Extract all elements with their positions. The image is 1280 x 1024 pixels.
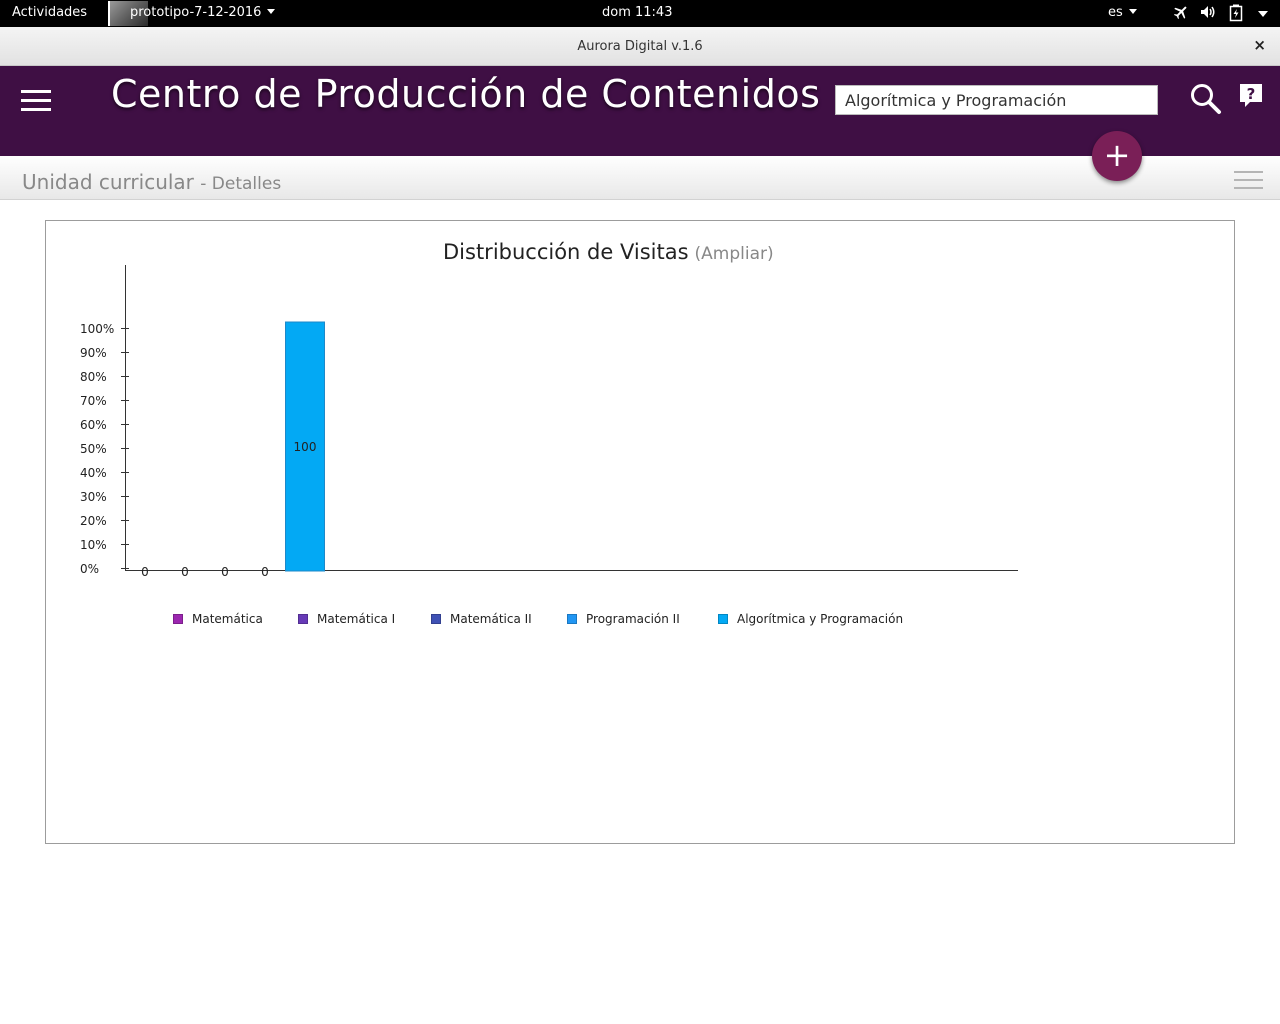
- bar-data-label: 100: [294, 440, 317, 454]
- plus-icon: +: [1103, 136, 1131, 174]
- y-tick-label: 80%: [80, 370, 107, 384]
- legend-label: Programación II: [586, 612, 680, 626]
- legend-swatch: [567, 614, 577, 624]
- y-tick-label: 90%: [80, 346, 107, 360]
- bar-chart: 0% 10% 20% 30% 40% 50% 60% 70% 80% 90% 100% 0 0 0 0 10…: [80, 265, 1018, 579]
- legend-label: Matemática II: [450, 612, 532, 626]
- legend-item[interactable]: Algorítmica y Programación: [718, 612, 903, 626]
- bar-data-label: 0: [141, 565, 149, 579]
- bar-data-label: 0: [181, 565, 189, 579]
- legend-swatch: [298, 614, 308, 624]
- y-tick-label: 70%: [80, 394, 107, 408]
- y-tick-label: 30%: [80, 490, 107, 504]
- legend-item[interactable]: Matemática I: [298, 612, 395, 626]
- legend-swatch: [718, 614, 728, 624]
- y-tick-label: 20%: [80, 514, 107, 528]
- y-tick-label: 40%: [80, 466, 107, 480]
- y-tick-label: 10%: [80, 538, 107, 552]
- legend-swatch: [431, 614, 441, 624]
- y-tick-label: 100%: [80, 322, 114, 336]
- legend-item[interactable]: Matemática II: [431, 612, 532, 626]
- bar-data-label: 0: [221, 565, 229, 579]
- legend-item[interactable]: Programación II: [567, 612, 680, 626]
- y-tick-label: 0%: [80, 562, 99, 576]
- legend-label: Matemática I: [317, 612, 396, 626]
- y-tick-label: 60%: [80, 418, 107, 432]
- y-tick-label: 50%: [80, 442, 107, 456]
- legend-item[interactable]: Matemática: [173, 612, 263, 626]
- legend-label: Matemática: [192, 612, 263, 626]
- legend-label: Algorítmica y Programación: [737, 612, 904, 626]
- add-button[interactable]: +: [1092, 131, 1142, 181]
- bar-data-label: 0: [261, 565, 269, 579]
- legend-swatch: [173, 614, 183, 624]
